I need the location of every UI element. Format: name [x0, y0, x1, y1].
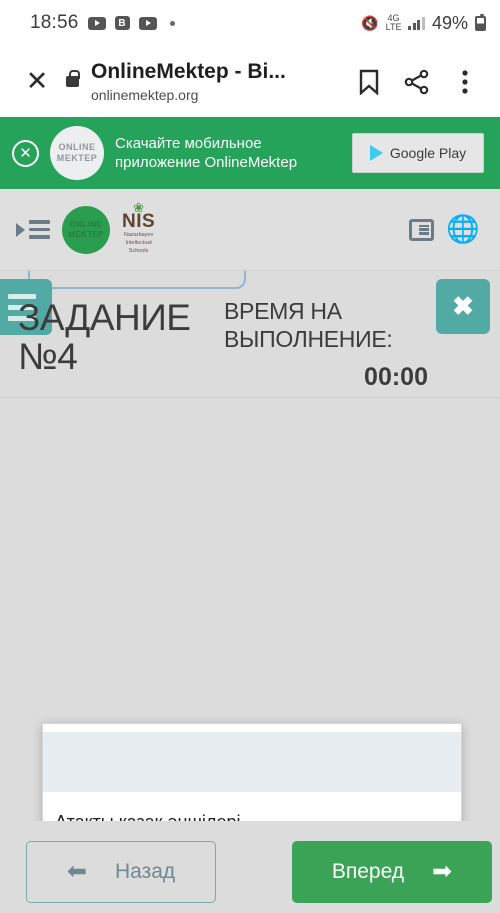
page-content: ЗАДАНИЕ №4 ВРЕМЯ НА ВЫПОЛНЕНИЕ: 00:00 ✖ … — [0, 271, 500, 903]
forward-button[interactable]: Вперед ➡ — [292, 841, 492, 903]
timer-value: 00:00 — [364, 363, 428, 391]
banner-text: Скачайте мобильное приложение OnlineMekt… — [115, 134, 341, 173]
back-button-label: Назад — [114, 860, 176, 883]
onlinemektep-banner-logo: ONLINE MEKTEP — [50, 126, 104, 180]
phone-screen: 18:56 B 🔇 4G LTE 49% ✕ OnlineMektep - Bi.… — [0, 0, 500, 913]
banner-close-button[interactable]: ✕ — [12, 139, 39, 167]
mute-icon: 🔇 — [361, 14, 379, 31]
google-play-icon — [369, 145, 383, 161]
lock-icon — [66, 70, 80, 87]
status-bar-clock: 18:56 — [30, 12, 79, 33]
dropdown-option-blank[interactable] — [43, 732, 461, 792]
address-bar[interactable]: OnlineMektep - Bi... onlinemektep.org — [91, 60, 340, 102]
overflow-menu-icon — [462, 69, 468, 94]
close-icon: ✕ — [25, 66, 49, 96]
battery-icon — [475, 13, 486, 31]
page-url: onlinemektep.org — [91, 86, 199, 103]
page-title: OnlineMektep - Bi... — [91, 60, 286, 84]
bookmark-icon — [359, 69, 379, 95]
bottom-navigation: ⬅ Назад Вперед ➡ — [0, 821, 500, 903]
nis-logo: ❀ NIS Nazarbayev Intellectual Schools — [122, 200, 156, 255]
question-card-bottom-edge — [28, 271, 246, 289]
status-bar-left: 18:56 B — [30, 12, 175, 34]
network-type-icon: 4G LTE — [385, 12, 402, 32]
close-icon: ✖ — [452, 291, 474, 321]
task-close-button[interactable]: ✖ — [436, 279, 490, 334]
banner-text-line2: приложение OnlineMektep — [115, 154, 298, 171]
share-icon — [404, 69, 429, 94]
arrow-right-icon: ➡ — [432, 858, 453, 885]
forward-button-label: Вперед — [331, 860, 405, 883]
section-divider — [0, 397, 500, 398]
bookmark-button[interactable] — [350, 63, 388, 101]
onlinemektep-logo[interactable]: ONLINE MEKTEP — [62, 205, 110, 254]
status-bar-right: 🔇 4G LTE 49% — [361, 13, 486, 34]
banner-text-line1: Скачайте мобильное — [115, 134, 262, 152]
signal-bars-icon — [408, 16, 425, 30]
back-button[interactable]: ⬅ Назад — [26, 841, 216, 903]
youtube-icon — [87, 16, 106, 30]
indent-menu-icon[interactable] — [16, 217, 50, 243]
task-title: ЗАДАНИЕ №4 — [18, 297, 191, 377]
battery-percent: 49% — [431, 12, 468, 33]
site-header: ONLINE MEKTEP ❀ NIS Nazarbayev Intellect… — [0, 189, 500, 271]
android-status-bar: 18:56 B 🔇 4G LTE 49% — [0, 0, 500, 46]
b-badge-icon: B — [114, 16, 130, 30]
share-button[interactable] — [398, 63, 436, 101]
timer-label: ВРЕМЯ НА ВЫПОЛНЕНИЕ: — [224, 298, 393, 353]
list-icon[interactable] — [406, 215, 436, 245]
browser-toolbar: ✕ OnlineMektep - Bi... onlinemektep.org — [0, 46, 500, 117]
close-icon: ✕ — [19, 144, 32, 162]
google-play-button[interactable]: Google Play — [352, 133, 484, 173]
app-install-banner: ✕ ONLINE MEKTEP Скачайте мобильное прило… — [0, 117, 500, 189]
google-play-label: Google Play — [389, 145, 467, 161]
dot-icon — [169, 20, 175, 26]
arrow-left-icon: ⬅ — [66, 858, 87, 885]
browser-menu-button[interactable] — [446, 63, 484, 101]
youtube-icon — [138, 16, 157, 30]
close-tab-button[interactable]: ✕ — [18, 63, 56, 101]
globe-icon[interactable]: 🌐 — [446, 215, 480, 245]
